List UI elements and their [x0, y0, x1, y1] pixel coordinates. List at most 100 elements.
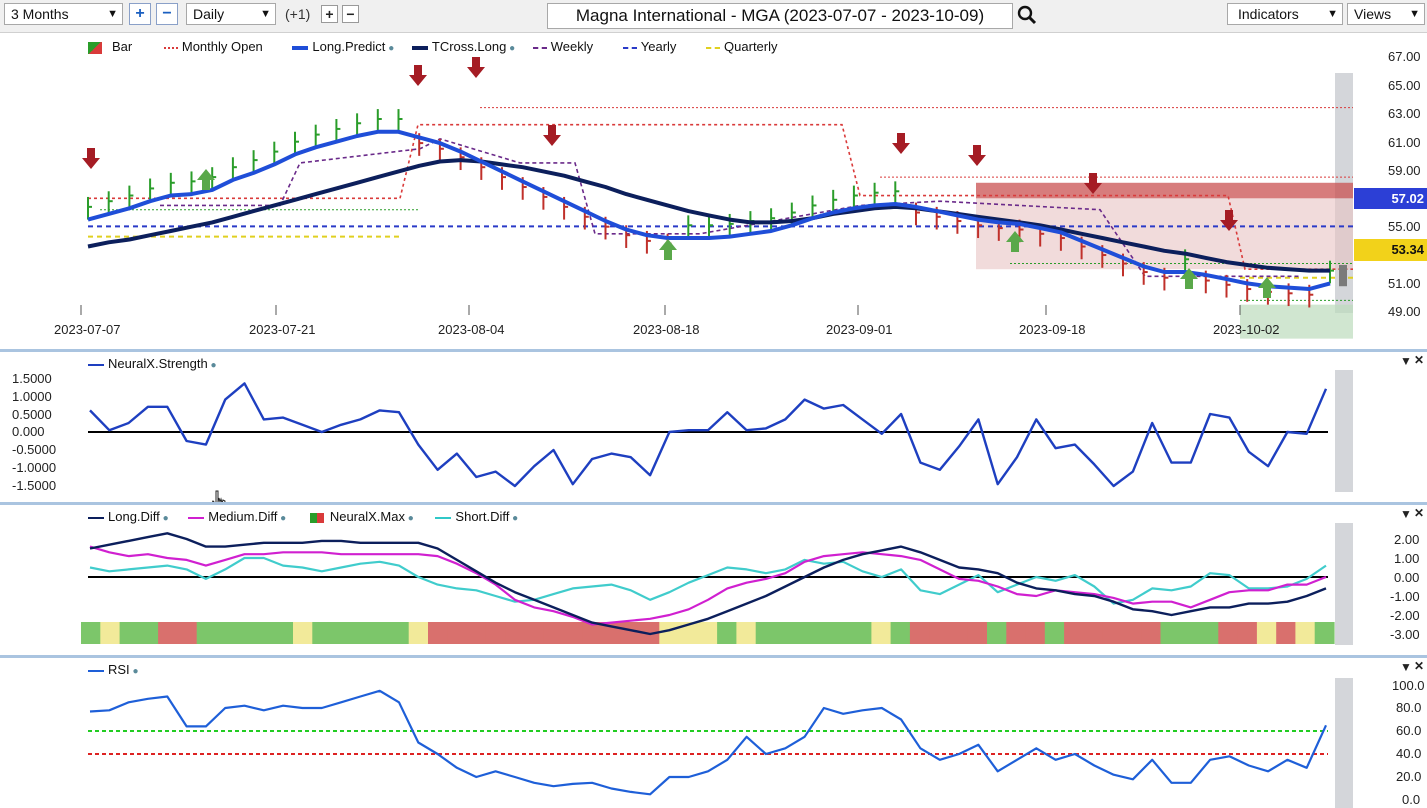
y-tick: 2.00 [1394, 532, 1420, 547]
neuralx-max-cell [717, 622, 737, 644]
chevron-down-icon: ▼ [260, 8, 271, 20]
neuralx-max-cell [1102, 622, 1123, 644]
x-tick: 2023-07-07 [54, 322, 121, 337]
last-price-marker [1339, 264, 1347, 287]
collapse-pane-button[interactable]: ▼ [1400, 354, 1412, 368]
neuralx-max-cell [871, 622, 892, 644]
bar-legend-icon [88, 41, 102, 54]
zoom-out-button[interactable]: − [156, 3, 178, 25]
x-tick: 2023-07-21 [249, 322, 316, 337]
price-legend: Bar Monthly Open Long.Predict ● TCross.L… [88, 39, 778, 54]
neuralx-max-cell [428, 622, 448, 644]
neuralx-max-cell [1025, 622, 1046, 644]
y-tick: 1.0000 [12, 389, 52, 404]
y-tick: 49.00 [1388, 304, 1421, 319]
legend-yearly: Yearly [640, 39, 677, 54]
neuralx-max-cell [832, 622, 853, 644]
neuralx-max-cell [1160, 622, 1181, 644]
neuralx-max-cell [562, 622, 583, 644]
price-pane[interactable]: Bar Monthly Open Long.Predict ● TCross.L… [0, 33, 1427, 349]
sell-signal-arrow [892, 133, 910, 154]
sell-signal-arrow [543, 125, 561, 146]
legend-medium-diff: Medium.Diff [208, 509, 278, 524]
neuralx-max-cell [948, 622, 969, 644]
step-minus-button[interactable]: − [342, 5, 359, 23]
y-tick: 0.000 [12, 424, 45, 439]
views-select[interactable]: Views ▼ [1347, 3, 1425, 25]
neuralx-strength-line [89, 382, 1328, 488]
close-pane-button[interactable]: ✕ [1414, 506, 1424, 520]
neuralx-max-cell [929, 622, 950, 644]
toolbar: 3 Months ▼ + − Daily ▼ (+1) + − Magna In… [0, 0, 1427, 33]
neuralx-max-cell [485, 622, 506, 644]
y-tick: 55.00 [1388, 219, 1421, 234]
neuralx-max-cell [620, 622, 641, 644]
neuralx-max-cell [890, 622, 911, 644]
y-tick: 100.0 [1392, 678, 1425, 693]
neuralx-max-legend-swatch [309, 512, 324, 523]
neuralx-max-cell [119, 622, 140, 644]
neuralx-max-cell [215, 622, 236, 644]
sell-signal-arrow [82, 148, 100, 169]
neuralx-max-cell [775, 622, 795, 644]
legend-tcross-long: TCross.Long [431, 39, 507, 54]
y-tick: 0.0 [1402, 792, 1421, 807]
y-tick: -2.00 [1390, 608, 1420, 623]
diff-legend: Long.Diff ● Medium.Diff ● NeuralX.Max ● … [88, 509, 518, 524]
neuralx-max-cell [1064, 622, 1084, 644]
y-tick: 59.00 [1388, 163, 1421, 178]
neuralx-pane[interactable]: NeuralX.Strength ● 1.5000 1.0000 0.5000 … [0, 352, 1427, 502]
rsi-pane[interactable]: RSI ● 100.0 80.0 60.0 40.0 20.0 0.0 ▼ ✕ [0, 658, 1427, 808]
collapse-pane-button[interactable]: ▼ [1400, 660, 1412, 674]
neuralx-max-cell [524, 622, 545, 644]
diff-chart[interactable] [0, 505, 1427, 655]
y-tick: 63.00 [1388, 106, 1421, 121]
zoom-in-button[interactable]: + [129, 3, 151, 25]
collapse-pane-button[interactable]: ▼ [1400, 507, 1412, 521]
neuralx-max-cell [659, 622, 680, 644]
step-plus-button[interactable]: + [321, 5, 338, 23]
close-pane-button[interactable]: ✕ [1414, 353, 1424, 367]
neuralx-max-cell [1141, 622, 1162, 644]
mouse-cursor-icon [211, 490, 227, 502]
y-tick: 67.00 [1388, 49, 1421, 64]
x-tick: 2023-10-02 [1213, 322, 1280, 337]
y-tick: 61.00 [1388, 135, 1421, 150]
y-tick: -0.5000 [12, 442, 57, 457]
neuralx-max-cell [350, 622, 371, 644]
neuralx-max-cell [466, 622, 487, 644]
y-tick: 1.5000 [12, 371, 52, 386]
diff-pane[interactable]: Long.Diff ● Medium.Diff ● NeuralX.Max ● … [0, 505, 1427, 655]
short-diff-line [89, 556, 1327, 605]
neuralx-max-cell [177, 622, 198, 644]
rsi-legend-swatch [88, 669, 104, 672]
rsi-legend: RSI ● [88, 662, 139, 677]
step-label: (+1) [285, 6, 311, 22]
indicators-select[interactable]: Indicators ▼ [1227, 3, 1343, 25]
legend-long-predict: Long.Predict [312, 39, 386, 54]
neuralx-max-cell [331, 622, 352, 644]
neuralx-max-cell [1218, 622, 1239, 644]
neuralx-legend: NeuralX.Strength ● [88, 356, 217, 371]
interval-select[interactable]: Daily ▼ [186, 3, 276, 25]
close-pane-button[interactable]: ✕ [1414, 659, 1424, 673]
long-predict-legend-swatch [292, 45, 309, 50]
search-icon[interactable] [1016, 4, 1038, 26]
views-label: Views [1354, 6, 1392, 22]
y-tick: -1.00 [1390, 589, 1420, 604]
neuralx-max-cell [1276, 622, 1297, 644]
sell-signal-arrow [409, 65, 427, 86]
neuralx-max-cell [235, 622, 256, 644]
symbol-title-field[interactable]: Magna International - MGA (2023-07-07 - … [547, 3, 1013, 29]
neuralx-max-cell [1122, 622, 1142, 644]
neuralx-max-cell [909, 622, 930, 644]
sell-signal-arrow [968, 145, 986, 166]
y-tick: 80.0 [1396, 700, 1422, 715]
rsi-chart[interactable] [0, 658, 1427, 808]
x-tick: 2023-09-01 [826, 322, 893, 337]
period-select[interactable]: 3 Months ▼ [4, 3, 123, 25]
neuralx-chart[interactable] [0, 352, 1427, 502]
neuralx-max-cell [447, 622, 468, 644]
y-tick: 0.00 [1394, 570, 1420, 585]
price-chart[interactable] [0, 33, 1427, 349]
